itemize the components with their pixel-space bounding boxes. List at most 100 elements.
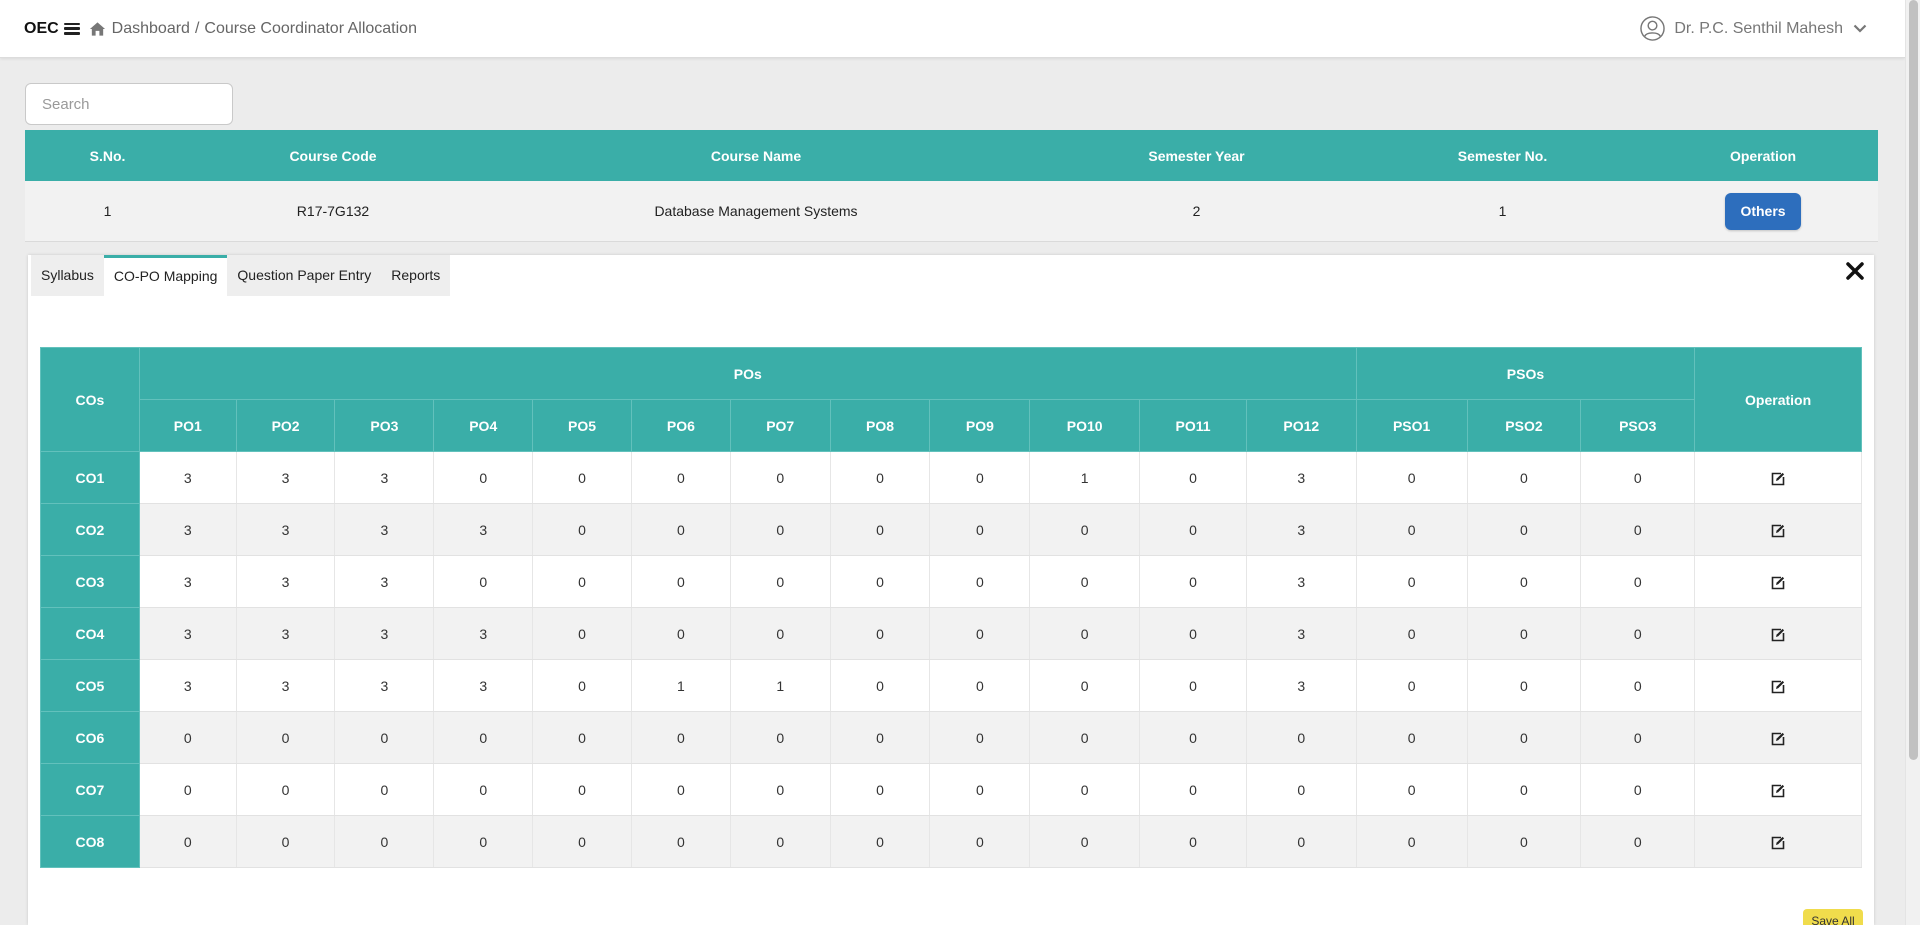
mapping-cell-po12: 3 [1246,555,1357,608]
mapping-cell-po2: 0 [236,711,336,764]
co-label: CO3 [40,555,140,608]
brand-logo[interactable]: OEC [24,20,59,38]
mapping-cell-po2: 3 [236,503,336,556]
mapping-cell-po1: 3 [139,503,237,556]
tab-reports[interactable]: Reports [381,255,451,296]
header-po11: PO11 [1139,399,1247,452]
scrollbar-thumb[interactable] [1909,0,1918,760]
mapping-cell-po6: 0 [631,607,731,660]
mapping-cell-pso2: 0 [1467,607,1582,660]
edit-icon[interactable] [1771,472,1785,486]
mapping-cell-po4: 0 [433,711,534,764]
cell-semester-year: 2 [1192,203,1201,219]
search-input[interactable] [25,83,233,125]
edit-icon[interactable] [1771,784,1785,798]
mapping-cell-po4: 0 [433,451,534,504]
chevron-down-icon[interactable] [1853,24,1867,33]
mapping-cell-pso1: 0 [1356,763,1468,816]
edit-icon[interactable] [1771,524,1785,538]
co-label: CO7 [40,763,140,816]
table-row: CO7 0 0 0 0 0 0 0 0 0 0 0 0 0 0 0 [40,763,1862,816]
header-psos-group: PSOs [1355,347,1696,400]
mapping-cell-po11: 0 [1139,659,1247,712]
cell-semester-no: 1 [1498,203,1507,219]
mapping-cell-po5: 0 [532,815,632,868]
breadcrumb-dashboard-link[interactable]: Dashboard [112,20,190,37]
mapping-cell-po3: 0 [334,711,435,764]
mapping-cell-po4: 0 [433,555,534,608]
header-pso1: PSO1 [1355,399,1468,452]
operation-cell [1694,711,1862,764]
mapping-cell-pso2: 0 [1467,711,1582,764]
table-row: 1 R17-7G132 Database Management Systems … [25,181,1878,242]
cell-sno: 1 [103,203,112,219]
mapping-cell-po7: 0 [730,555,831,608]
table-row: CO4 3 3 3 3 0 0 0 0 0 0 0 3 0 0 0 [40,607,1862,660]
hamburger-icon[interactable] [63,22,80,35]
table-row: CO1 3 3 3 0 0 0 0 0 0 1 0 3 0 0 0 [40,451,1862,504]
tab-syllabus[interactable]: Syllabus [31,255,104,296]
mapping-cell-po9: 0 [929,451,1031,504]
tab-bar: Syllabus CO-PO Mapping Question Paper En… [31,255,451,296]
mapping-cell-po10: 0 [1029,763,1141,816]
cell-course-code: R17-7G132 [296,203,370,219]
mapping-cell-po2: 0 [236,763,336,816]
tab-co-po-mapping[interactable]: CO-PO Mapping [103,255,228,296]
header-semester-year: Semester Year [1148,147,1245,164]
edit-icon[interactable] [1771,628,1785,642]
operation-cell [1694,659,1862,712]
mapping-cell-po10: 0 [1029,659,1141,712]
mapping-cell-po9: 0 [929,607,1031,660]
mapping-cell-po12: 0 [1246,711,1357,764]
header-course-name: Course Name [710,147,802,164]
mapping-cell-pso3: 0 [1580,451,1696,504]
header-po4: PO4 [433,399,534,452]
mapping-cell-po11: 0 [1139,503,1247,556]
mapping-cell-pso1: 0 [1356,555,1468,608]
tab-question-paper-entry[interactable]: Question Paper Entry [227,255,382,296]
edit-icon[interactable] [1771,732,1785,746]
mapping-cell-pso3: 0 [1580,555,1696,608]
edit-icon[interactable] [1771,836,1785,850]
mapping-cell-po6: 0 [631,763,731,816]
mapping-cell-pso1: 0 [1356,711,1468,764]
save-all-button[interactable]: Save All [1803,909,1863,925]
user-menu[interactable]: Dr. P.C. Senthil Mahesh [1640,16,1867,41]
mapping-cell-po6: 1 [631,659,731,712]
co-label: CO4 [40,607,140,660]
mapping-cell-pso3: 0 [1580,659,1696,712]
mapping-cell-po8: 0 [830,711,931,764]
mapping-cell-po12: 0 [1246,815,1357,868]
mapping-cell-pso3: 0 [1580,763,1696,816]
mapping-cell-po12: 3 [1246,607,1357,660]
mapping-cell-po3: 3 [334,555,435,608]
mapping-cell-po10: 0 [1029,555,1141,608]
mapping-cell-po10: 0 [1029,503,1141,556]
mapping-cell-po4: 3 [433,503,534,556]
user-name: Dr. P.C. Senthil Mahesh [1674,19,1843,37]
page-scrollbar[interactable] [1905,0,1920,925]
edit-icon[interactable] [1771,680,1785,694]
mapping-cell-pso3: 0 [1580,503,1696,556]
mapping-cell-pso1: 0 [1356,815,1468,868]
mapping-cell-po9: 0 [929,763,1031,816]
header-po7: PO7 [729,399,831,452]
edit-icon[interactable] [1771,576,1785,590]
header-operation: Operation [1729,147,1797,164]
mapping-cell-po7: 0 [730,815,831,868]
mapping-cell-po5: 0 [532,711,632,764]
mapping-cell-po11: 0 [1139,451,1247,504]
mapping-cell-po7: 0 [730,763,831,816]
mapping-cell-po8: 0 [830,607,931,660]
table-row: CO2 3 3 3 3 0 0 0 0 0 0 0 3 0 0 0 [40,503,1862,556]
mapping-cell-po8: 0 [830,503,931,556]
header-po12: PO12 [1245,399,1357,452]
mapping-cell-po9: 0 [929,815,1031,868]
home-icon[interactable] [89,21,106,37]
mapping-cell-po5: 0 [532,659,632,712]
mapping-cell-po11: 0 [1139,815,1247,868]
mapping-cell-po4: 3 [433,607,534,660]
close-icon[interactable] [1845,261,1865,281]
mapping-cell-pso2: 0 [1467,763,1582,816]
others-button[interactable]: Others [1725,192,1801,230]
